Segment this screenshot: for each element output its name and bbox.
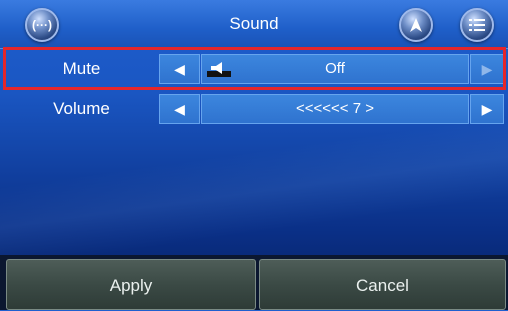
volume-label: Volume bbox=[53, 99, 110, 118]
volume-right-arrow-button[interactable]: ▶ bbox=[470, 94, 504, 124]
volume-row: Volume ◀ <<<<<< 7 > ▶ bbox=[4, 93, 504, 125]
volume-value: <<<<<< 7 > bbox=[296, 100, 374, 117]
right-arrow-icon: ▶ bbox=[481, 101, 493, 117]
mute-row-highlight bbox=[3, 47, 506, 90]
title-bar: (···) Sound bbox=[0, 0, 508, 49]
menu-button[interactable] bbox=[460, 8, 494, 42]
left-arrow-icon: ◀ bbox=[174, 101, 185, 117]
navigation-arrow-icon bbox=[410, 18, 422, 32]
volume-value-field[interactable]: <<<<<< 7 > bbox=[201, 94, 469, 124]
apply-button[interactable]: Apply bbox=[6, 259, 256, 310]
volume-left-arrow-button[interactable]: ◀ bbox=[159, 94, 200, 124]
cancel-button[interactable]: Cancel bbox=[259, 259, 506, 310]
list-menu-icon bbox=[469, 19, 485, 31]
navigation-button[interactable] bbox=[399, 8, 433, 42]
background-streak bbox=[0, 107, 508, 273]
